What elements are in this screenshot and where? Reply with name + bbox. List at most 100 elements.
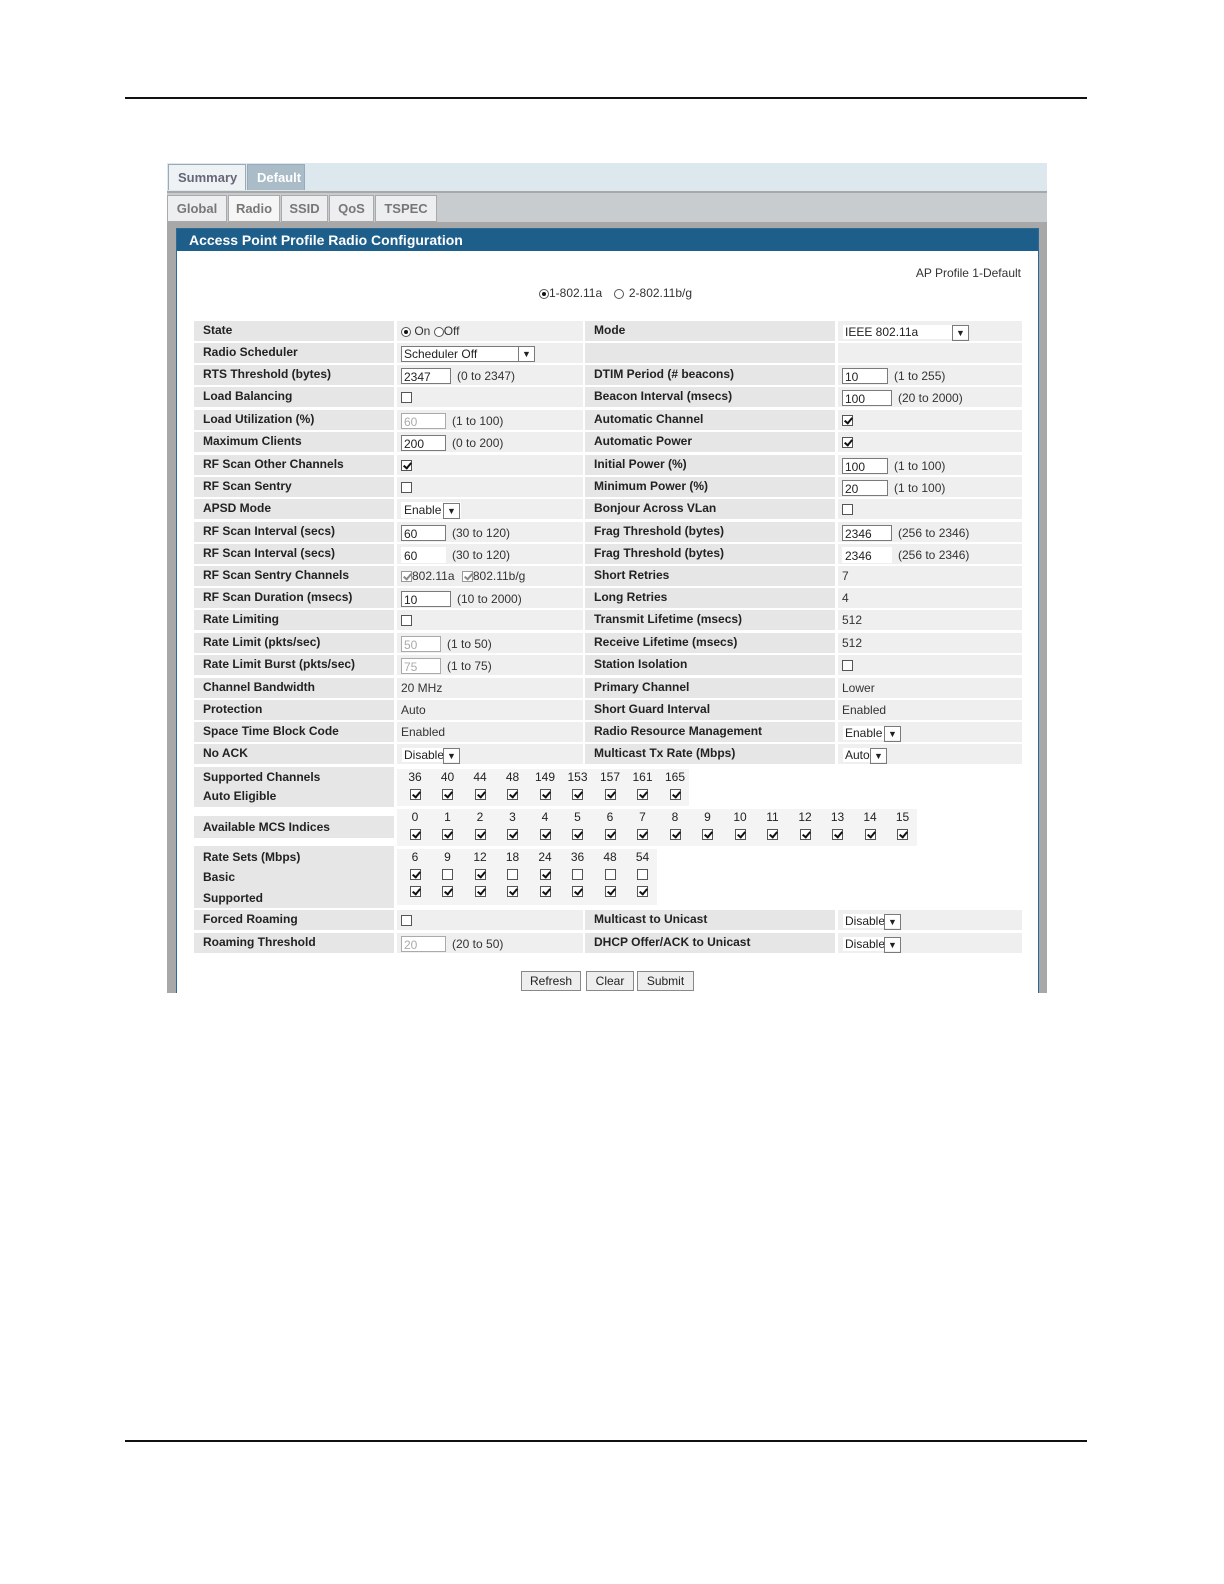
rate-basic-checkbox[interactable]: [409, 869, 421, 881]
rate-basic-checkbox[interactable]: [637, 869, 648, 881]
mcs-available-checkbox[interactable]: [474, 829, 486, 841]
rate-cell: [399, 866, 431, 883]
channel-cell: [659, 786, 691, 803]
rate-supported-checkbox[interactable]: [409, 886, 421, 898]
tab-radio[interactable]: Radio: [228, 195, 280, 222]
no-ack-select[interactable]: Disable ▼: [401, 746, 461, 764]
rate-basic-checkbox[interactable]: [572, 869, 583, 881]
refresh-button[interactable]: Refresh: [521, 971, 581, 991]
tab-default[interactable]: Default: [247, 164, 305, 190]
rate-supported-checkbox[interactable]: [442, 886, 453, 898]
right-blank-label: [585, 343, 835, 363]
mcs-available-checkbox[interactable]: [897, 829, 908, 841]
beacon-input[interactable]: 100: [842, 389, 892, 406]
channel-auto-eligible-checkbox[interactable]: [507, 789, 518, 801]
channel-auto-eligible-checkbox[interactable]: [637, 789, 648, 801]
rate-basic-checkbox[interactable]: [442, 869, 453, 881]
rf-scan-interval-input[interactable]: 60: [401, 524, 446, 541]
channel-auto-eligible-checkbox[interactable]: [409, 789, 421, 801]
rf-scan-duration-input[interactable]: 10: [401, 590, 451, 607]
rate-burst-input[interactable]: 75: [401, 657, 441, 674]
auto-power-checkbox[interactable]: [842, 437, 853, 449]
tab-ssid[interactable]: SSID: [281, 195, 328, 222]
channel-auto-eligible-checkbox[interactable]: [669, 789, 681, 801]
mcs-available-checkbox[interactable]: [539, 829, 551, 841]
rate-basic-checkbox[interactable]: [474, 869, 486, 881]
min-power-input[interactable]: 20: [842, 479, 888, 496]
dtim-input[interactable]: 10: [842, 367, 888, 384]
channel-column: 40: [432, 769, 464, 803]
rate-basic-checkbox[interactable]: [507, 869, 518, 881]
rate-basic-checkbox[interactable]: [604, 869, 616, 881]
rate-supported-checkbox[interactable]: [474, 886, 486, 898]
sentry-80211a-checkbox[interactable]: [401, 571, 412, 583]
forced-roaming-checkbox[interactable]: [401, 915, 412, 927]
dhcp-unicast-select[interactable]: Disable ▼: [842, 935, 902, 953]
mcs-available-checkbox[interactable]: [507, 829, 518, 841]
mcs-available-checkbox[interactable]: [572, 829, 583, 841]
mcs-header: 2: [476, 810, 484, 824]
channel-cell: [594, 786, 626, 803]
load-utilization-input[interactable]: 60: [401, 412, 446, 429]
rate-cell: [497, 883, 529, 900]
tab-qos[interactable]: QoS: [329, 195, 374, 222]
tab-summary[interactable]: Summary: [168, 164, 246, 190]
mcs-available-checkbox[interactable]: [734, 829, 746, 841]
sentry-80211bg-checkbox[interactable]: [461, 571, 473, 583]
frag-2-input[interactable]: 2346: [842, 546, 892, 563]
mcs-label: Available MCS Indices: [194, 816, 394, 838]
rate-supported-checkbox[interactable]: [572, 886, 583, 898]
apsd-mode-select[interactable]: Enable ▼: [401, 501, 461, 519]
rate-limiting-checkbox[interactable]: [401, 615, 412, 627]
radio-scheduler-select[interactable]: Scheduler Off ▼: [401, 345, 535, 362]
mcast-rate-select[interactable]: Auto ▼: [842, 746, 888, 764]
load-balancing-checkbox[interactable]: [401, 392, 412, 404]
rts-input[interactable]: 2347: [401, 367, 451, 384]
mcs-available-checkbox[interactable]: [864, 829, 876, 841]
mode-select[interactable]: IEEE 802.11a ▼: [842, 323, 970, 341]
rate-basic-checkbox[interactable]: [539, 869, 551, 881]
mcs-available-checkbox[interactable]: [637, 829, 648, 841]
mcs-column: 2: [464, 809, 496, 843]
state-on-radio[interactable]: [401, 326, 411, 337]
channel-auto-eligible-checkbox[interactable]: [572, 789, 583, 801]
rf-scan-interval-2-input[interactable]: 60: [401, 546, 446, 563]
mcs-available-checkbox[interactable]: [604, 829, 616, 841]
radio-1-button[interactable]: [539, 288, 549, 299]
max-clients-input[interactable]: 200: [401, 434, 446, 451]
frag-input[interactable]: 2346: [842, 524, 892, 541]
tab-global[interactable]: Global: [167, 195, 227, 222]
initial-power-input[interactable]: 100: [842, 457, 888, 474]
bonjour-checkbox[interactable]: [842, 504, 853, 516]
mcs-available-checkbox[interactable]: [669, 829, 681, 841]
submit-button[interactable]: Submit: [637, 971, 694, 991]
mcs-available-checkbox[interactable]: [832, 829, 843, 841]
mcs-available-checkbox[interactable]: [767, 829, 778, 841]
rf-scan-sentry-checkbox[interactable]: [401, 482, 412, 494]
mcs-available-checkbox[interactable]: [702, 829, 713, 841]
rate-supported-checkbox[interactable]: [507, 886, 518, 898]
rf-scan-other-label: RF Scan Other Channels: [194, 455, 394, 475]
rate-supported-checkbox[interactable]: [539, 886, 551, 898]
channel-auto-eligible-checkbox[interactable]: [442, 789, 453, 801]
auto-channel-checkbox[interactable]: [842, 415, 853, 427]
rate-limit-input[interactable]: 50: [401, 635, 441, 652]
state-off-radio[interactable]: [433, 326, 444, 337]
radio-2-button[interactable]: [613, 288, 624, 299]
tab-tspec[interactable]: TSPEC: [375, 195, 437, 222]
roaming-threshold-input[interactable]: 20: [401, 935, 446, 952]
station-isolation-checkbox[interactable]: [842, 660, 853, 672]
channel-auto-eligible-checkbox[interactable]: [474, 789, 486, 801]
channel-auto-eligible-checkbox[interactable]: [604, 789, 616, 801]
rate-supported-checkbox[interactable]: [637, 886, 648, 898]
channel-auto-eligible-checkbox[interactable]: [539, 789, 551, 801]
rate-supported-checkbox[interactable]: [604, 886, 616, 898]
mcs-available-checkbox[interactable]: [442, 829, 453, 841]
mcast-unicast-select[interactable]: Disable ▼: [842, 912, 902, 930]
rf-scan-interval-value: 60 (30 to 120): [397, 522, 583, 542]
rf-scan-other-checkbox[interactable]: [401, 460, 412, 472]
mcs-available-checkbox[interactable]: [409, 829, 421, 841]
clear-button[interactable]: Clear: [586, 971, 634, 991]
mcs-available-checkbox[interactable]: [799, 829, 811, 841]
rrm-select[interactable]: Enable ▼: [842, 724, 902, 742]
